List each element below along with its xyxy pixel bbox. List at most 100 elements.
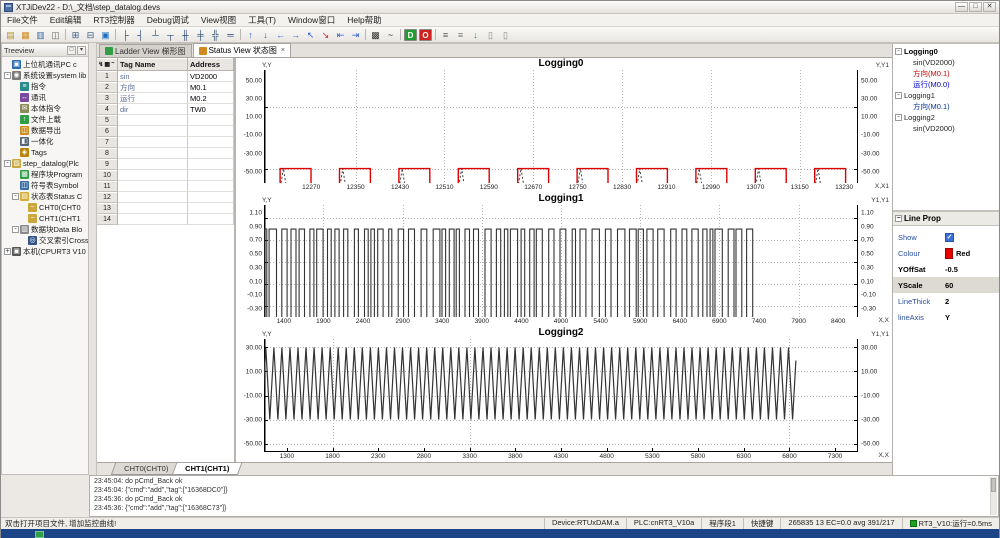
tag-name-cell[interactable] — [118, 192, 188, 203]
expand-icon[interactable]: + — [4, 248, 11, 255]
horizontal-line-icon[interactable]: ╪ — [193, 28, 208, 42]
tag-name-cell[interactable] — [118, 148, 188, 159]
tag-name-cell[interactable] — [118, 203, 188, 214]
branch-icon[interactable]: ╬ — [208, 28, 223, 42]
table-row[interactable]: 7 — [97, 137, 234, 148]
table-row[interactable]: 3运行M0.2 — [97, 93, 234, 104]
rail-icon[interactable]: ═ — [223, 28, 238, 42]
close-button[interactable]: ✕ — [983, 2, 996, 12]
menu-item-5[interactable]: View视图 — [195, 14, 242, 26]
tree-item-15[interactable]: ~CHT1(CHT1 — [4, 213, 88, 224]
tag-name-cell[interactable]: dir — [118, 104, 188, 115]
list-icon[interactable]: ≡ — [438, 28, 453, 42]
prop-row-yscale[interactable]: YScale60 — [893, 277, 999, 293]
signal-item-7[interactable]: -Logging2 — [895, 112, 999, 123]
insert-row-icon[interactable]: ↖ — [303, 28, 318, 42]
signal-item-8[interactable]: sin(VD2000) — [895, 123, 999, 134]
move-left-icon[interactable]: ← — [273, 28, 288, 42]
address-cell[interactable] — [188, 192, 234, 203]
save-icon[interactable]: ▥ — [33, 28, 48, 42]
tree-panel-menu-button[interactable]: ▾ — [77, 46, 86, 55]
menu-item-4[interactable]: Debug调试 — [141, 14, 195, 26]
tree-item-7[interactable]: ◫数据导出 — [4, 125, 88, 136]
delete-row-icon[interactable]: ↘ — [318, 28, 333, 42]
table-row[interactable]: 8 — [97, 148, 234, 159]
download-run-icon[interactable]: D — [404, 29, 417, 41]
chart-plot[interactable] — [264, 339, 858, 452]
collapse-icon[interactable]: − — [895, 215, 902, 222]
chart-icon[interactable]: ▩ — [368, 28, 383, 42]
minimize-button[interactable]: — — [955, 2, 968, 12]
prop-row-colour[interactable]: ColourRed — [893, 245, 999, 261]
prop-value[interactable]: 60 — [945, 281, 953, 290]
table-row[interactable]: 6 — [97, 126, 234, 137]
address-cell[interactable] — [188, 214, 234, 225]
prop-value[interactable]: -0.5 — [945, 265, 958, 274]
menu-item-1[interactable]: File文件 — [1, 14, 44, 26]
tree-item-3[interactable]: ≡指令 — [4, 81, 88, 92]
tag-name-cell[interactable]: 运行 — [118, 93, 188, 104]
signal-item-3[interactable]: 方向(M0.1) — [895, 68, 999, 79]
upload-icon[interactable]: ↓ — [468, 28, 483, 42]
tag-name-cell[interactable] — [118, 170, 188, 181]
tag-name-cell[interactable] — [118, 181, 188, 192]
first-icon[interactable]: ⇤ — [333, 28, 348, 42]
expand-icon[interactable]: - — [895, 114, 902, 121]
scope-icon[interactable]: ~ — [383, 28, 398, 42]
address-cell[interactable]: M0.1 — [188, 82, 234, 93]
expand-icon[interactable]: - — [12, 193, 19, 200]
last-icon[interactable]: ⇥ — [348, 28, 363, 42]
tag-name-cell[interactable] — [118, 115, 188, 126]
print-icon[interactable]: ◫ — [48, 28, 63, 42]
tag-name-cell[interactable] — [118, 137, 188, 148]
tag-name-cell[interactable] — [118, 126, 188, 137]
tag-name-cell[interactable] — [118, 159, 188, 170]
address-cell[interactable] — [188, 203, 234, 214]
sheet-tab-1[interactable]: CHT0(CHT0) — [111, 463, 182, 475]
tree-item-8[interactable]: ◧一体化 — [4, 136, 88, 147]
tree-item-9[interactable]: ◈Tags — [4, 147, 88, 158]
table-row[interactable]: 10 — [97, 170, 234, 181]
table-tool-icon[interactable]: ↯ — [98, 61, 103, 68]
address-cell[interactable] — [188, 181, 234, 192]
table-row[interactable]: 5 — [97, 115, 234, 126]
prop-value[interactable]: Y — [945, 313, 950, 322]
table-tool-icon[interactable]: ▦ — [104, 61, 110, 68]
tree-item-16[interactable]: -▥数据块Data Blo — [4, 224, 88, 235]
address-cell[interactable]: M0.2 — [188, 93, 234, 104]
tree-item-1[interactable]: ▣上位机通讯PC c — [4, 59, 88, 70]
menu-item-7[interactable]: Window窗口 — [282, 14, 341, 26]
expand-icon[interactable]: - — [12, 226, 19, 233]
page1-icon[interactable]: ▯ — [483, 28, 498, 42]
taskbar-app-icon[interactable] — [35, 531, 44, 538]
tree-item-11[interactable]: ▦程序块Program — [4, 169, 88, 180]
prop-row-yoffsat[interactable]: YOffSat-0.5 — [893, 261, 999, 277]
table-row[interactable]: 13 — [97, 203, 234, 214]
page2-icon[interactable]: ▯ — [498, 28, 513, 42]
expand-icon[interactable]: - — [4, 72, 11, 79]
table-row[interactable]: 11 — [97, 181, 234, 192]
address-cell[interactable] — [188, 148, 234, 159]
table-row[interactable]: 1sinVD2000 — [97, 71, 234, 82]
table-row[interactable]: 12 — [97, 192, 234, 203]
chart-plot[interactable] — [264, 205, 858, 318]
prop-row-linethick[interactable]: LineThick2 — [893, 293, 999, 309]
column-header-address[interactable]: Address — [188, 58, 234, 71]
address-cell[interactable]: TW0 — [188, 104, 234, 115]
menu-item-3[interactable]: RT3控制器 — [87, 14, 140, 26]
move-right-icon[interactable]: → — [288, 28, 303, 42]
tree-item-17[interactable]: ◎交叉索引Cross R — [4, 235, 88, 246]
table-row[interactable]: 2方向M0.1 — [97, 82, 234, 93]
menu-item-2[interactable]: Edit编辑 — [44, 14, 88, 26]
window-view-icon[interactable]: ⊟ — [83, 28, 98, 42]
table-row[interactable]: 4dirTW0 — [97, 104, 234, 115]
signal-item-1[interactable]: -Logging0 — [895, 46, 999, 57]
vertical-line-icon[interactable]: ╫ — [178, 28, 193, 42]
maximize-button[interactable]: □ — [969, 2, 982, 12]
tree-item-18[interactable]: +▣本机(CPURT3 V10 — [4, 246, 88, 257]
contact-closed-icon[interactable]: ┤ — [133, 28, 148, 42]
checkbox-checked-icon[interactable]: ✓ — [945, 233, 954, 242]
address-cell[interactable] — [188, 170, 234, 181]
tab-close-icon[interactable]: × — [281, 47, 285, 54]
coil-icon[interactable]: ┴ — [148, 28, 163, 42]
